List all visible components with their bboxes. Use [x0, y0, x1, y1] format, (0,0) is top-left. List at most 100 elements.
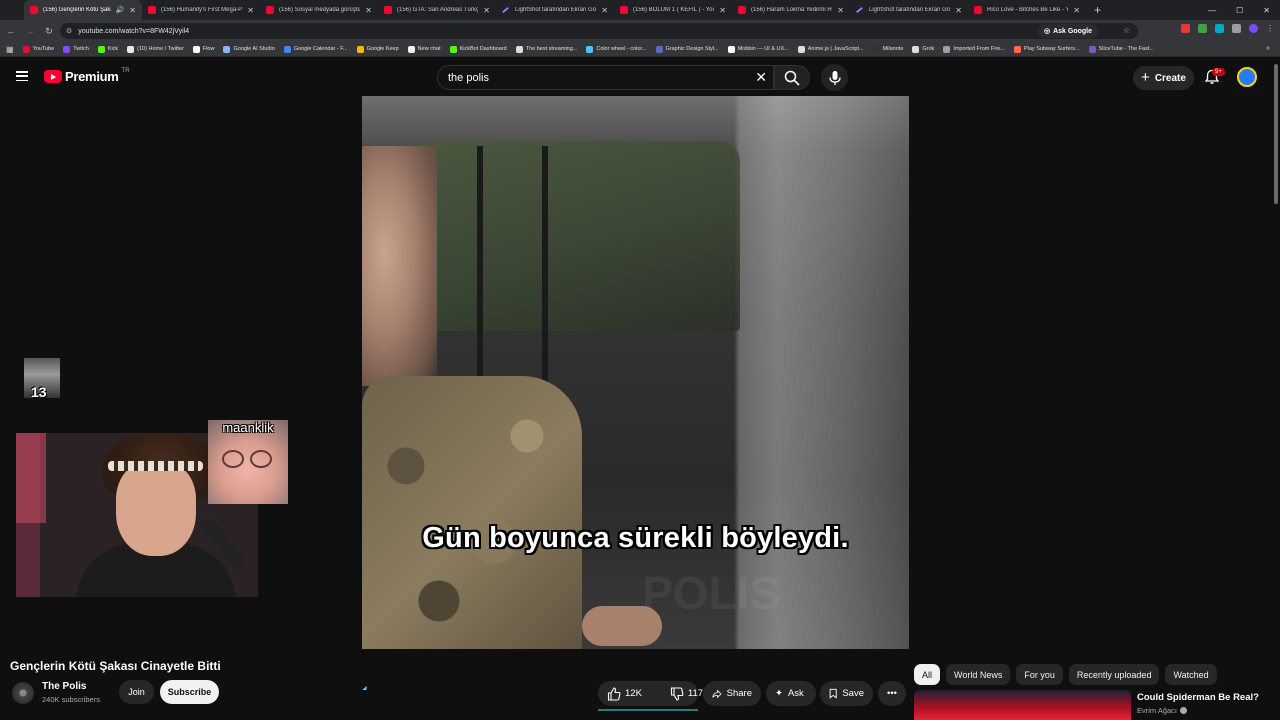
- ask-google-label: Ask Google: [1053, 27, 1092, 35]
- back-icon[interactable]: ←: [3, 26, 19, 36]
- bookmark-item[interactable]: KickBot Dashboard: [449, 45, 507, 53]
- close-tab-icon[interactable]: ✕: [365, 6, 372, 15]
- subscribe-button[interactable]: Subscribe: [160, 680, 219, 704]
- share-button[interactable]: Share: [703, 681, 761, 706]
- filter-chip[interactable]: Recently uploaded: [1068, 664, 1160, 685]
- bookmark-item[interactable]: Play Subway Surfers...: [1013, 45, 1080, 53]
- search-query-text[interactable]: the polis: [448, 72, 489, 84]
- bookmark-star-icon[interactable]: ☆: [1123, 26, 1130, 35]
- close-window-icon[interactable]: ✕: [1263, 6, 1270, 15]
- browser-tab[interactable]: Rico Love - Bitches Be Like - Yo... ✕: [968, 0, 1086, 20]
- bookmark-item[interactable]: Google Calendar - F...: [283, 45, 348, 53]
- forward-icon[interactable]: →: [22, 26, 38, 36]
- bookmark-item[interactable]: Grok: [912, 45, 934, 53]
- channel-name[interactable]: The Polis: [42, 681, 86, 692]
- bookmark-label: Play Subway Surfers...: [1023, 46, 1080, 52]
- more-bookmarks-icon[interactable]: »: [1266, 45, 1270, 52]
- menu-kebab-icon[interactable]: ⋮: [1266, 24, 1274, 33]
- close-tab-icon[interactable]: ✕: [129, 6, 136, 15]
- save-button[interactable]: Save: [820, 681, 873, 706]
- browser-tab[interactable]: LightShot tarafından Ekran Gör... ✕: [850, 0, 968, 20]
- bookmark-item[interactable]: Mobbin — UI & UX...: [727, 45, 789, 53]
- scrollbar-thumb[interactable]: [1274, 64, 1278, 204]
- minimize-icon[interactable]: —: [1208, 6, 1216, 15]
- bookmark-favicon-icon: [127, 45, 135, 53]
- filter-chip[interactable]: For you: [1016, 664, 1063, 685]
- voice-search-button[interactable]: [821, 64, 848, 91]
- like-button[interactable]: 12K: [598, 681, 651, 706]
- bookmark-favicon-icon: [97, 45, 105, 53]
- bookmark-item[interactable]: Milanote: [872, 45, 903, 53]
- create-button[interactable]: + Create: [1133, 66, 1194, 90]
- close-tab-icon[interactable]: ✕: [837, 6, 844, 15]
- bookmark-item[interactable]: (10) Home / Twitter: [127, 45, 184, 53]
- speaker-icon[interactable]: 🔊: [116, 6, 125, 14]
- ask-button[interactable]: ✦ Ask: [766, 681, 816, 706]
- tab-title: (156) BÖLÜM 1 ( KEFİL ) - YouT...: [633, 7, 715, 13]
- wall-poster: [16, 433, 46, 523]
- browser-tab[interactable]: (156) Gençlerin Kötü Şakası 🔊 ✕: [24, 0, 142, 20]
- filter-chip[interactable]: Watched: [1165, 664, 1217, 685]
- video-player[interactable]: POLIS Gün boyunca sürekli böyleydi.: [362, 96, 909, 649]
- browser-tab[interactable]: (156) BÖLÜM 1 ( KEFİL ) - YouT... ✕: [614, 0, 732, 20]
- extensions-puzzle-icon[interactable]: [1232, 24, 1241, 33]
- recommendation-thumbnail[interactable]: [914, 690, 1131, 720]
- filter-chip[interactable]: World News: [946, 664, 1011, 685]
- youtube-header: Premium TR the polis ✕: [0, 58, 1280, 96]
- bookmark-item[interactable]: SliceTube - The Fast...: [1088, 45, 1154, 53]
- bookmark-item[interactable]: Kick: [97, 45, 118, 53]
- account-avatar[interactable]: [1237, 67, 1257, 87]
- bookmark-favicon-icon: [283, 45, 291, 53]
- bookmark-item[interactable]: Imported From Fire...: [943, 45, 1005, 53]
- bookmark-item[interactable]: Flow: [192, 45, 214, 53]
- bookmark-item[interactable]: YouTube: [22, 45, 54, 53]
- maximize-icon[interactable]: ☐: [1236, 6, 1243, 15]
- bookmark-item[interactable]: The best streaming...: [515, 45, 577, 53]
- apps-grid-icon[interactable]: ▦: [6, 45, 14, 54]
- youtube-favicon-icon: [738, 6, 746, 14]
- close-tab-icon[interactable]: ✕: [247, 6, 254, 15]
- youtube-logo[interactable]: Premium TR: [44, 68, 130, 84]
- bookmark-label: Google AI Studio: [233, 46, 275, 52]
- browser-tab[interactable]: (156) Sosyal medyada görüştü... ✕: [260, 0, 378, 20]
- site-info-icon[interactable]: ⚙: [66, 27, 72, 35]
- ask-google-button[interactable]: ◎ Ask Google: [1037, 24, 1098, 38]
- search-icon: [784, 70, 800, 86]
- search-input[interactable]: the polis ✕: [437, 65, 774, 90]
- browser-tab[interactable]: (156) Haram Lokma Yedirmi H... ✕: [732, 0, 850, 20]
- close-tab-icon[interactable]: ✕: [483, 6, 490, 15]
- youtube-favicon-icon: [384, 6, 392, 14]
- url-text[interactable]: youtube.com/watch?v=8FW42jVyil4: [78, 28, 189, 35]
- hamburger-menu-icon[interactable]: [16, 71, 28, 81]
- browser-tab[interactable]: (156) Humanity's First Mega-P... ✕: [142, 0, 260, 20]
- more-actions-button[interactable]: •••: [878, 681, 906, 706]
- join-button[interactable]: Join: [119, 680, 154, 704]
- recommendation-channel[interactable]: Evrim Ağacı: [1137, 706, 1177, 715]
- browser-tab[interactable]: LightShot tarafından Ekran Gör... ✕: [496, 0, 614, 20]
- bookmark-item[interactable]: Twitch: [63, 45, 89, 53]
- bookmark-item[interactable]: Graphic Design Styl...: [655, 45, 719, 53]
- extension-icon[interactable]: [1215, 24, 1224, 33]
- recommendation-title[interactable]: Could Spiderman Be Real?: [1137, 692, 1259, 703]
- close-tab-icon[interactable]: ✕: [955, 6, 962, 15]
- bookmark-item[interactable]: Google AI Studio: [223, 45, 275, 53]
- bookmark-item[interactable]: Color wheel - color...: [586, 45, 647, 53]
- close-tab-icon[interactable]: ✕: [719, 6, 726, 15]
- reload-icon[interactable]: ↻: [41, 26, 57, 37]
- bookmark-item[interactable]: New chat: [407, 45, 441, 53]
- close-tab-icon[interactable]: ✕: [1073, 6, 1080, 15]
- channel-avatar[interactable]: [12, 682, 34, 704]
- search-button[interactable]: [774, 65, 810, 90]
- extension-icon[interactable]: [1181, 24, 1190, 33]
- profile-avatar[interactable]: [1249, 24, 1258, 33]
- omnibox[interactable]: ⚙ youtube.com/watch?v=8FW42jVyil4 ◎ Ask …: [60, 23, 1138, 39]
- new-tab-button[interactable]: +: [1094, 3, 1101, 17]
- bookmark-label: Graphic Design Styl...: [665, 46, 719, 52]
- bookmark-item[interactable]: Google Keep: [356, 45, 399, 53]
- browser-tab[interactable]: (156) GTA: San Andreas Türkçe... ✕: [378, 0, 496, 20]
- clear-search-icon[interactable]: ✕: [755, 69, 767, 86]
- close-tab-icon[interactable]: ✕: [601, 6, 608, 15]
- bookmark-item[interactable]: Anime.js | JavaScript...: [797, 45, 864, 53]
- extension-icon[interactable]: [1198, 24, 1207, 33]
- filter-chip[interactable]: All: [914, 664, 941, 685]
